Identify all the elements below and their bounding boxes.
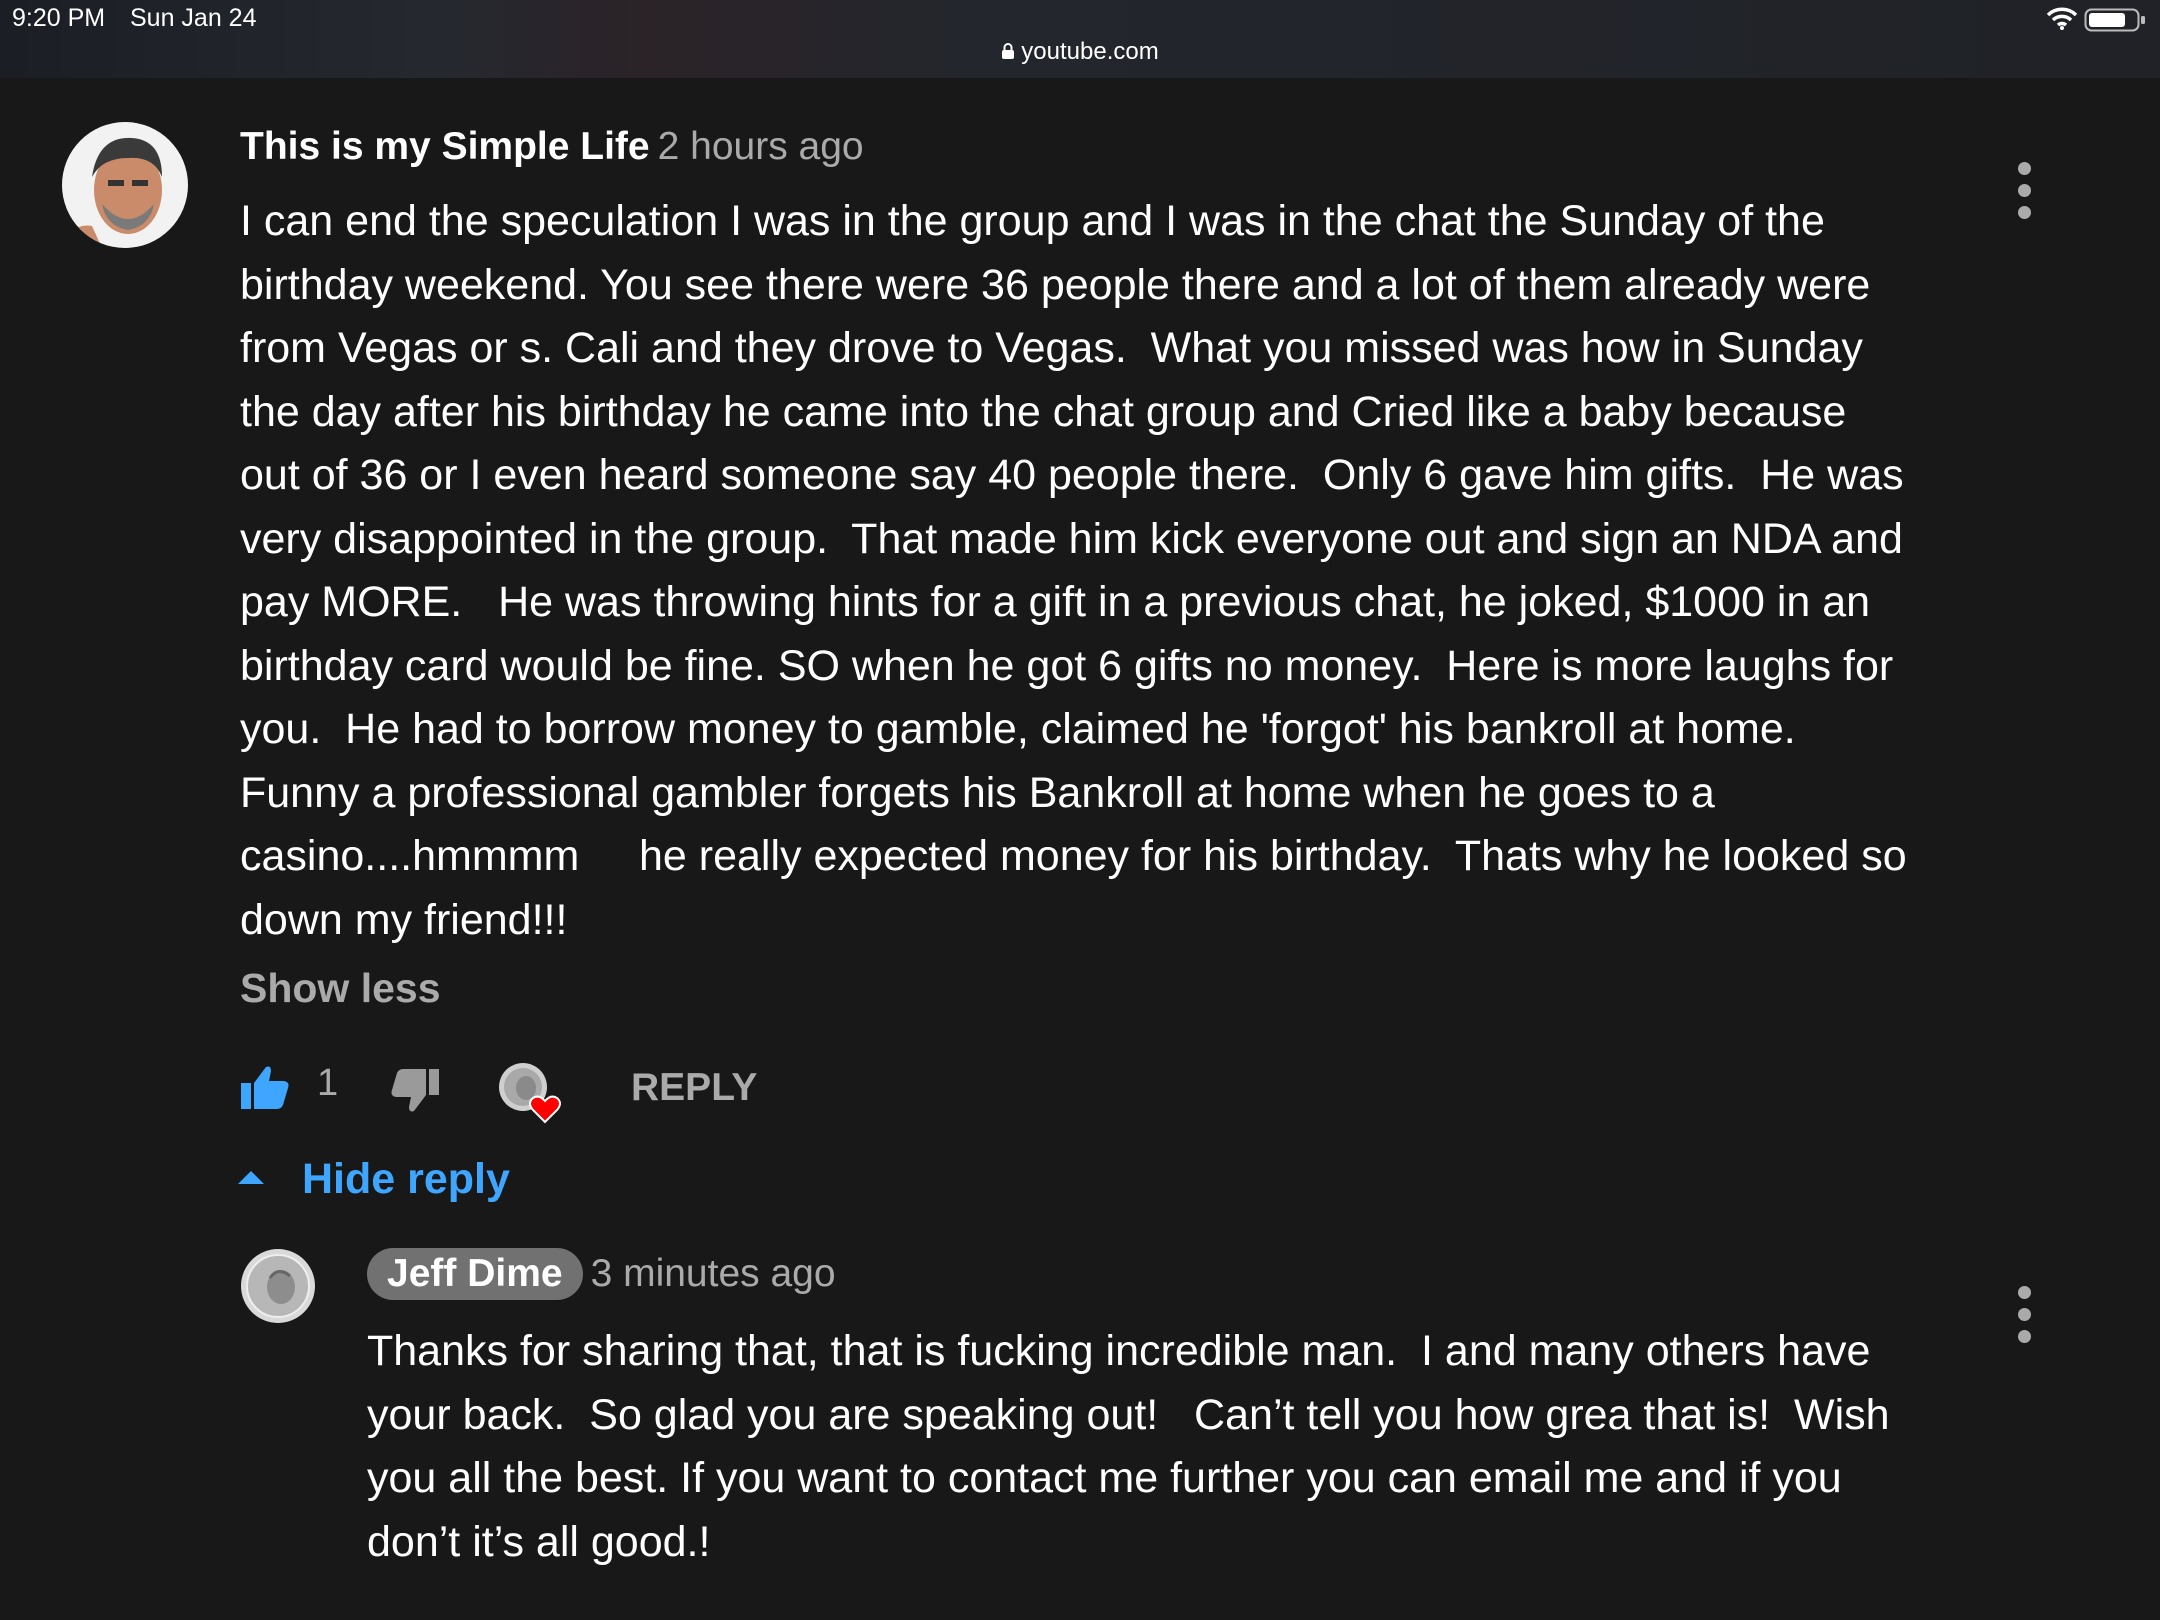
comment-line: from Vegas or s. Cali and they drove to … xyxy=(240,324,1863,372)
more-vert-icon[interactable] xyxy=(2018,1286,2032,1352)
comment-line: down my friend!!! xyxy=(240,895,568,944)
comment-line: very disappointed in the group. That mad… xyxy=(240,514,1903,563)
reply-line: you all the best. If you want to contact… xyxy=(367,1454,1842,1502)
creator-heart-icon xyxy=(498,1062,568,1135)
hide-reply-label: Hide reply xyxy=(302,1155,510,1203)
status-date: Sun Jan 24 xyxy=(130,4,257,32)
reply-header: Jeff Dime 3 minutes ago xyxy=(367,1248,836,1300)
wifi-icon xyxy=(2046,7,2078,36)
reply-line: don’t it’s all good.! xyxy=(367,1517,711,1566)
comment-line: casino....hmmmm he really expected money… xyxy=(240,832,1907,880)
status-time: 9:20 PM xyxy=(12,4,106,32)
reply-text: Thanks for sharing that, that is fucking… xyxy=(367,1320,1890,1574)
reply-avatar[interactable] xyxy=(240,1248,316,1324)
reply-line: your back. So glad you are speaking out!… xyxy=(367,1390,1890,1439)
comment-timestamp[interactable]: 2 hours ago xyxy=(658,125,864,168)
lock-icon xyxy=(1001,39,1015,67)
comment-header: This is my Simple Life 2 hours ago xyxy=(240,125,864,169)
comment-line: out of 36 or I even heard someone say 40… xyxy=(240,451,1904,499)
comment-text: I can end the speculation I was in the g… xyxy=(240,190,1907,952)
comment-line: the day after his birthday he came into … xyxy=(240,387,1847,436)
reply-button[interactable]: REPLY xyxy=(631,1066,757,1110)
thumb-up-icon[interactable] xyxy=(240,1064,290,1115)
comment-line: you. He had to borrow money to gamble, c… xyxy=(240,705,1796,753)
url-text: youtube.com xyxy=(1021,38,1159,65)
caret-up-icon xyxy=(238,1171,264,1185)
comment-line: birthday weekend. You see there were 36 … xyxy=(240,260,1871,309)
reply-timestamp[interactable]: 3 minutes ago xyxy=(591,1252,836,1295)
hide-reply-button[interactable]: Hide reply xyxy=(238,1155,510,1204)
browser-status-bar: 9:20 PM Sun Jan 24 youtube.com xyxy=(0,0,2160,78)
comment-line: pay MORE. He was throwing hints for a gi… xyxy=(240,578,1871,626)
address-bar[interactable]: youtube.com xyxy=(0,38,2160,67)
like-count: 1 xyxy=(317,1062,339,1104)
show-less-button[interactable]: Show less xyxy=(240,965,441,1012)
reply-line: Thanks for sharing that, that is fucking… xyxy=(367,1327,1871,1375)
more-vert-icon[interactable] xyxy=(2018,162,2032,228)
battery-icon xyxy=(2084,8,2148,37)
comment-line: Funny a professional gambler forgets his… xyxy=(240,768,1715,817)
thumb-down-icon[interactable] xyxy=(390,1068,440,1119)
comment-line: I can end the speculation I was in the g… xyxy=(240,197,1825,245)
comment-author[interactable]: This is my Simple Life xyxy=(240,125,650,168)
commenter-avatar[interactable] xyxy=(62,122,188,248)
comment-line: birthday card would be fine. SO when he … xyxy=(240,641,1894,690)
reply-author[interactable]: Jeff Dime xyxy=(367,1248,583,1300)
